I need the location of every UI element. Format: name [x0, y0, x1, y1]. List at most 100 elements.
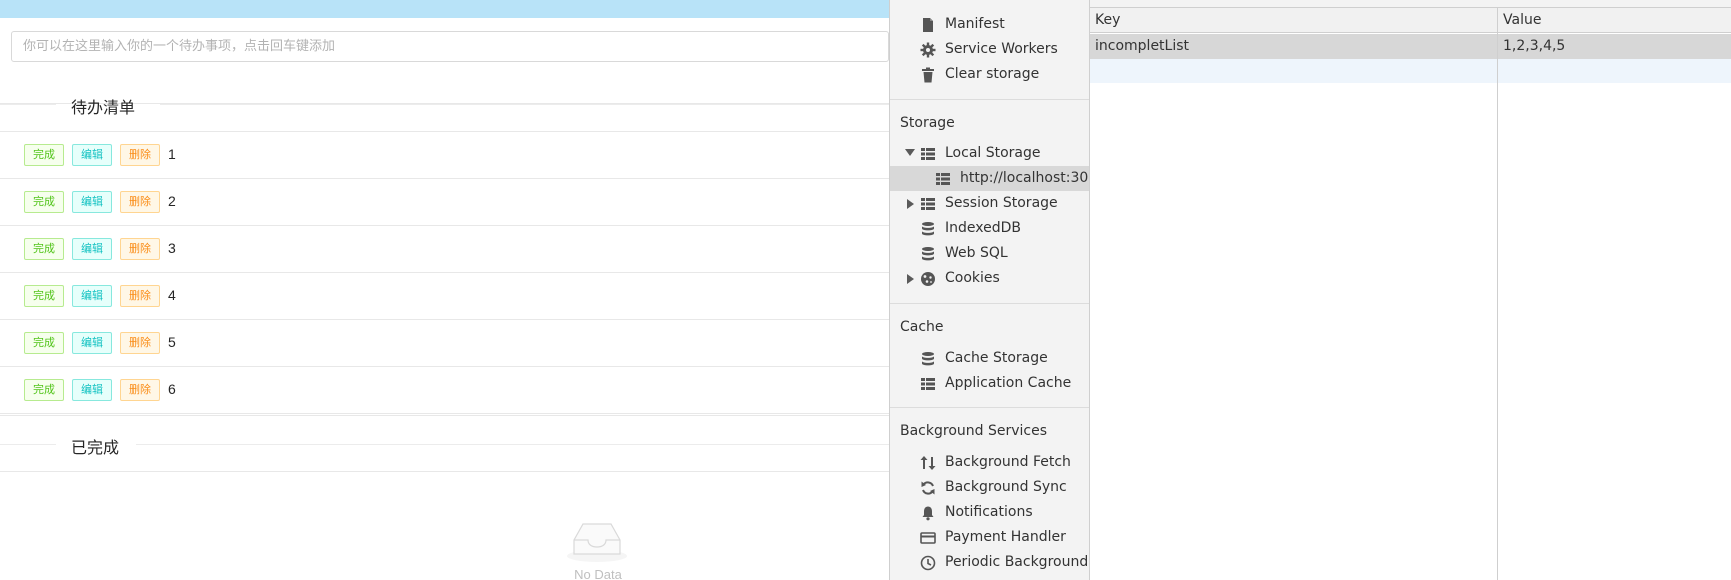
- column-header-label: Key: [1095, 12, 1121, 28]
- edit-tag[interactable]: 编辑: [72, 238, 112, 260]
- cookie-icon: [921, 272, 935, 286]
- todo-text: 2: [168, 193, 176, 209]
- todo-row: 完成 编辑 删除 5: [0, 320, 889, 367]
- todo-app: 待办清单 完成 编辑 删除 1 完成 编辑 删除 2 完成 编辑 删除 3 完成…: [0, 0, 889, 580]
- delete-tag[interactable]: 删除: [120, 238, 160, 260]
- todo-text: 6: [168, 381, 176, 397]
- cache-header: Cache: [900, 319, 944, 335]
- sidebar-item-label: Service Workers: [945, 41, 1058, 57]
- delete-tag[interactable]: 删除: [120, 332, 160, 354]
- sidebar-item-manifest[interactable]: Manifest: [890, 12, 1089, 37]
- expand-arrow-icon[interactable]: [907, 199, 914, 209]
- expand-arrow-icon[interactable]: [907, 274, 914, 284]
- sidebar-item-label: Background Sync: [945, 479, 1067, 495]
- done-tag[interactable]: 完成: [24, 285, 64, 307]
- grid-icon: [921, 148, 935, 160]
- todo-text: 3: [168, 240, 176, 256]
- divider: [0, 471, 889, 472]
- sidebar-item-background-sync[interactable]: Background Sync: [890, 475, 1089, 500]
- column-divider[interactable]: [1497, 8, 1498, 580]
- devtools-sidebar: Manifest Service Workers Clear storage S…: [889, 0, 1089, 580]
- sidebar-separator: [890, 407, 1089, 408]
- todo-row: 完成 编辑 删除 3: [0, 226, 889, 273]
- sidebar-separator: [890, 303, 1089, 304]
- sidebar-item-label: Cookies: [945, 270, 1000, 286]
- clock-icon: [920, 555, 936, 571]
- file-icon: [923, 18, 933, 32]
- todo-row: 完成 编辑 删除 4: [0, 273, 889, 320]
- sidebar-item-label: Web SQL: [945, 245, 1008, 261]
- sidebar-item-label: Clear storage: [945, 66, 1040, 82]
- delete-tag[interactable]: 删除: [120, 144, 160, 166]
- sidebar-item-clear-storage[interactable]: Clear storage: [890, 62, 1089, 87]
- column-header-key[interactable]: Key: [1090, 8, 1497, 33]
- sidebar-item-cache-storage[interactable]: Cache Storage: [890, 346, 1089, 371]
- sync-icon: [921, 481, 935, 495]
- table-row-empty[interactable]: [1090, 59, 1731, 83]
- column-header-label: Value: [1503, 12, 1542, 28]
- done-tag[interactable]: 完成: [24, 191, 64, 213]
- edit-tag[interactable]: 编辑: [72, 332, 112, 354]
- divider-line: [136, 444, 889, 445]
- sidebar-item-cookies[interactable]: Cookies: [890, 266, 1089, 291]
- storage-header: Storage: [900, 115, 955, 131]
- done-tag[interactable]: 完成: [24, 144, 64, 166]
- sidebar-item-localhost[interactable]: http://localhost:3000: [890, 166, 1089, 191]
- expand-arrow-icon[interactable]: [905, 149, 915, 156]
- sidebar-item-payment-handler[interactable]: Payment Handler: [890, 525, 1089, 550]
- sidebar-item-service-workers[interactable]: Service Workers: [890, 37, 1089, 62]
- sidebar-item-web-sql[interactable]: Web SQL: [890, 241, 1089, 266]
- todo-text: 1: [168, 146, 176, 162]
- edit-tag[interactable]: 编辑: [72, 285, 112, 307]
- table-row[interactable]: incompletList 1,2,3,4,5: [1090, 34, 1731, 59]
- todo-text: 4: [168, 287, 176, 303]
- todo-row: 完成 编辑 删除 2: [0, 179, 889, 226]
- sidebar-item-indexeddb[interactable]: IndexedDB: [890, 216, 1089, 241]
- done-section-header: 已完成: [0, 429, 889, 459]
- gear-icon: [920, 42, 936, 58]
- todo-input[interactable]: [11, 31, 889, 62]
- delete-tag[interactable]: 删除: [120, 379, 160, 401]
- todo-text: 5: [168, 334, 176, 350]
- grid-icon: [936, 173, 950, 185]
- done-tag[interactable]: 完成: [24, 379, 64, 401]
- edit-tag[interactable]: 编辑: [72, 144, 112, 166]
- sidebar-item-local-storage[interactable]: Local Storage: [890, 141, 1089, 166]
- empty-inbox-icon: [567, 523, 627, 562]
- edit-tag[interactable]: 编辑: [72, 379, 112, 401]
- top-banner: [0, 0, 889, 18]
- done-tag[interactable]: 完成: [24, 238, 64, 260]
- sidebar-item-label: Notifications: [945, 504, 1033, 520]
- done-tag[interactable]: 完成: [24, 332, 64, 354]
- column-header-value[interactable]: Value: [1498, 8, 1731, 33]
- sidebar-item-label: Local Storage: [945, 145, 1041, 161]
- sidebar-item-label: IndexedDB: [945, 220, 1021, 236]
- bell-icon: [922, 506, 934, 521]
- sidebar-item-application-cache[interactable]: Application Cache: [890, 371, 1089, 396]
- sidebar-item-session-storage[interactable]: Session Storage: [890, 191, 1089, 216]
- sidebar-item-label: Manifest: [945, 16, 1005, 32]
- delete-tag[interactable]: 删除: [120, 191, 160, 213]
- table-toolbar: [1090, 0, 1731, 8]
- database-icon: [922, 352, 934, 366]
- grid-icon: [921, 198, 935, 210]
- sidebar-item-label: Payment Handler: [945, 529, 1066, 545]
- todo-row: 完成 编辑 删除 1: [0, 132, 889, 179]
- arrows-updown-icon: [920, 456, 936, 470]
- sidebar-item-label: http://localhost:3000: [960, 170, 1089, 186]
- edit-tag[interactable]: 编辑: [72, 191, 112, 213]
- sidebar-item-notifications[interactable]: Notifications: [890, 500, 1089, 525]
- sidebar-item-label: Background Fetch: [945, 454, 1071, 470]
- sidebar-item-label: Periodic Background Sync: [945, 554, 1089, 570]
- done-section-title: 已完成: [71, 438, 120, 457]
- sidebar-item-label: Cache Storage: [945, 350, 1048, 366]
- divider-line: [0, 444, 56, 445]
- sidebar-item-periodic-background-sync[interactable]: Periodic Background Sync: [890, 550, 1089, 575]
- divider-line: [0, 104, 56, 105]
- todo-section-header: 待办清单: [0, 89, 889, 119]
- database-icon: [922, 247, 934, 261]
- sidebar-item-label: Application Cache: [945, 375, 1072, 391]
- grid-icon: [921, 378, 935, 390]
- delete-tag[interactable]: 删除: [120, 285, 160, 307]
- sidebar-item-background-fetch[interactable]: Background Fetch: [890, 450, 1089, 475]
